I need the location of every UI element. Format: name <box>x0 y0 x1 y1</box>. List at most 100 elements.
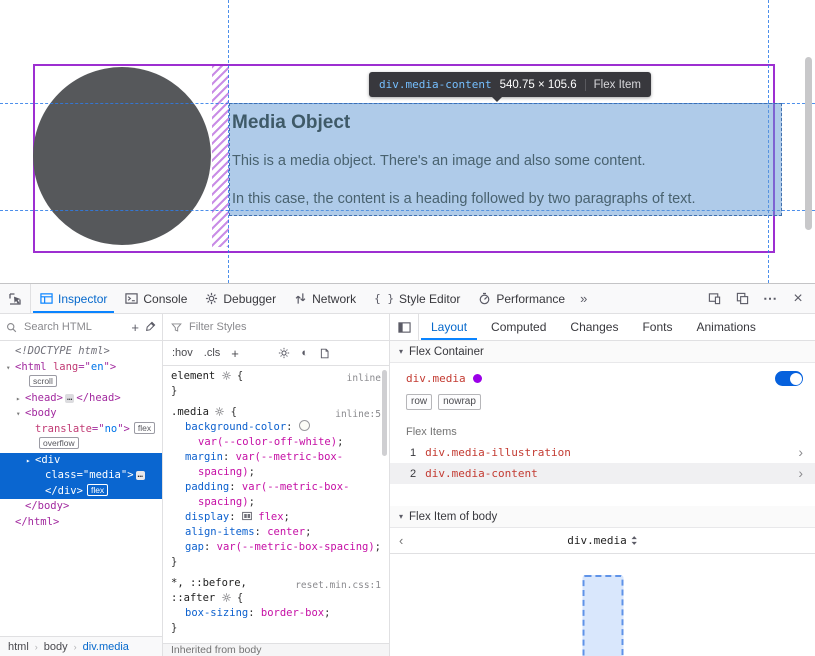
flex-wrap-badge: nowrap <box>438 394 481 410</box>
rule-selector[interactable]: element <box>171 370 215 382</box>
light-mode-icon[interactable] <box>278 347 290 359</box>
twisty-icon[interactable]: ▾ <box>16 406 25 422</box>
tab-inspector[interactable]: Inspector <box>31 284 116 313</box>
tab-style-editor[interactable]: { } Style Editor <box>365 284 469 313</box>
more-tools-button[interactable]: » <box>574 284 593 313</box>
markup-line[interactable]: ▾<html lang="en"> <box>0 360 163 376</box>
twisty-icon: ▾ <box>399 347 403 356</box>
print-simulation-icon[interactable] <box>319 348 330 359</box>
flex-item-select[interactable]: div.media <box>567 534 638 547</box>
selector-highlighter-icon[interactable] <box>222 371 231 380</box>
markup-line[interactable]: ▸<head>…</head> <box>0 391 163 407</box>
pseudo-class-button[interactable]: :hov <box>172 347 193 359</box>
rule-source-link[interactable]: reset.min.css:1 <box>295 576 381 593</box>
css-declaration[interactable]: box-sizing: border-box; <box>171 606 381 621</box>
add-node-button[interactable]: + <box>131 320 139 335</box>
filter-styles-bar <box>163 314 389 341</box>
add-rule-button[interactable]: + <box>231 346 239 361</box>
close-devtools-button[interactable]: × <box>785 284 811 313</box>
markup-line[interactable]: translate="no">flex <box>0 422 163 438</box>
tab-computed[interactable]: Computed <box>479 314 558 340</box>
tab-label: Inspector <box>58 292 107 306</box>
infobar-divider <box>585 79 586 91</box>
markup-token: =" <box>77 469 90 481</box>
twisty-icon[interactable]: ▾ <box>6 360 15 376</box>
responsive-design-mode-button[interactable] <box>701 284 727 313</box>
sidebar-toggle-button[interactable] <box>390 314 419 340</box>
pick-element-button[interactable] <box>0 284 31 313</box>
flex-item-row-2[interactable]: 2 div.media-content › <box>390 463 815 484</box>
filter-styles-input[interactable] <box>187 320 381 334</box>
flex-display-icon[interactable] <box>242 511 252 521</box>
twisty-icon[interactable]: ▸ <box>26 453 35 469</box>
dark-mode-icon[interactable]: ◐ <box>301 347 308 359</box>
flex-highlighter-toggle[interactable] <box>775 371 803 386</box>
css-declaration[interactable]: gap: var(--metric-box-spacing); <box>171 540 381 555</box>
flex-item-row-1[interactable]: 1 div.media-illustration › <box>390 442 815 463</box>
markup-badge[interactable]: flex <box>87 484 108 496</box>
flex-item-section-header[interactable]: ▾ Flex Item of body <box>390 506 815 528</box>
rule-selector[interactable]: .media <box>171 406 209 418</box>
markup-line[interactable]: overflow <box>0 437 163 453</box>
breadcrumb-div-media[interactable]: div.media <box>83 641 129 653</box>
selector-highlighter-icon[interactable] <box>215 407 224 416</box>
markup-token: head <box>31 392 56 404</box>
color-swatch[interactable] <box>299 420 310 431</box>
css-rule: reset.min.css:1*, ::before, ::after {box… <box>163 576 389 636</box>
devtools-toolbar: Inspector Console Debugger Network <box>0 284 815 314</box>
rules-scrollbar[interactable] <box>382 370 387 456</box>
selector-highlighter-icon[interactable] <box>222 593 231 602</box>
frames-icon <box>736 292 749 305</box>
tab-performance[interactable]: Performance <box>469 284 574 313</box>
class-toggle-button[interactable]: .cls <box>204 347 221 359</box>
inherited-from-body-header: Inherited from body <box>163 643 389 656</box>
markup-badge[interactable]: overflow <box>39 437 79 449</box>
flex-container-section-header[interactable]: ▾ Flex Container <box>390 341 815 363</box>
rule-selector[interactable]: *, ::before, ::after <box>171 577 247 604</box>
markup-line[interactable]: </div>flex <box>0 484 163 500</box>
tab-changes[interactable]: Changes <box>558 314 630 340</box>
rule-source-link[interactable]: inline <box>347 369 381 386</box>
highlighter-infobar: div.media-content 540.75 × 105.6 Flex It… <box>369 72 651 97</box>
css-declaration[interactable]: background-color: var(--color-off-white)… <box>171 420 381 450</box>
twisty-icon[interactable]: ▸ <box>16 391 25 407</box>
markup-badge[interactable]: scroll <box>29 375 57 387</box>
layout-pane: Layout Computed Changes Fonts Animations… <box>390 314 815 656</box>
previous-item-button[interactable]: ‹ <box>399 533 403 548</box>
markup-badge[interactable]: flex <box>134 422 155 434</box>
css-declaration[interactable]: padding: var(--metric-box-spacing); <box>171 480 381 510</box>
markup-line[interactable]: ▾<body <box>0 406 163 422</box>
tab-layout[interactable]: Layout <box>419 314 479 340</box>
markup-token: </ <box>15 516 28 528</box>
tab-console[interactable]: Console <box>116 284 196 313</box>
css-declaration[interactable]: display: flex; <box>171 510 381 525</box>
rules-pane: :hov .cls + ◐ inlineelement {}inline:5.m… <box>163 314 390 656</box>
devtools-menu-button[interactable]: ⋯ <box>757 284 783 313</box>
search-html-input[interactable] <box>22 320 126 334</box>
markup-line[interactable]: </body> <box>0 499 163 515</box>
tab-debugger[interactable]: Debugger <box>196 284 285 313</box>
viewport-scrollbar[interactable] <box>805 57 812 230</box>
tab-fonts[interactable]: Fonts <box>630 314 684 340</box>
breadcrumb-html[interactable]: html <box>8 641 29 653</box>
frames-picker-button[interactable] <box>729 284 755 313</box>
collapsed-content-chip[interactable]: … <box>65 394 74 403</box>
markup-line[interactable]: scroll <box>0 375 163 391</box>
tab-animations[interactable]: Animations <box>684 314 767 340</box>
firefox-devtools-window: Media Object This is a media object. The… <box>0 0 815 656</box>
breadcrumb-body[interactable]: body <box>44 641 68 653</box>
markup-line[interactable]: class="media">… <box>0 468 163 484</box>
rule-source-link[interactable]: inline:5 <box>335 405 381 422</box>
css-declaration[interactable]: align-items: center; <box>171 525 381 540</box>
eyedropper-icon[interactable] <box>144 321 156 333</box>
markup-line[interactable]: <!DOCTYPE html> <box>0 344 163 360</box>
flex-container-node[interactable]: div.media <box>406 372 466 385</box>
tab-network[interactable]: Network <box>285 284 365 313</box>
markup-token: </ <box>76 392 89 404</box>
markup-line[interactable]: </html> <box>0 515 163 531</box>
markup-line[interactable]: ▸<div <box>0 453 163 469</box>
css-rule: inlineelement {} <box>163 369 389 399</box>
collapsed-content-chip[interactable]: … <box>136 471 145 480</box>
css-declaration[interactable]: margin: var(--metric-box-spacing); <box>171 450 381 480</box>
markup-token: =" <box>78 361 91 373</box>
